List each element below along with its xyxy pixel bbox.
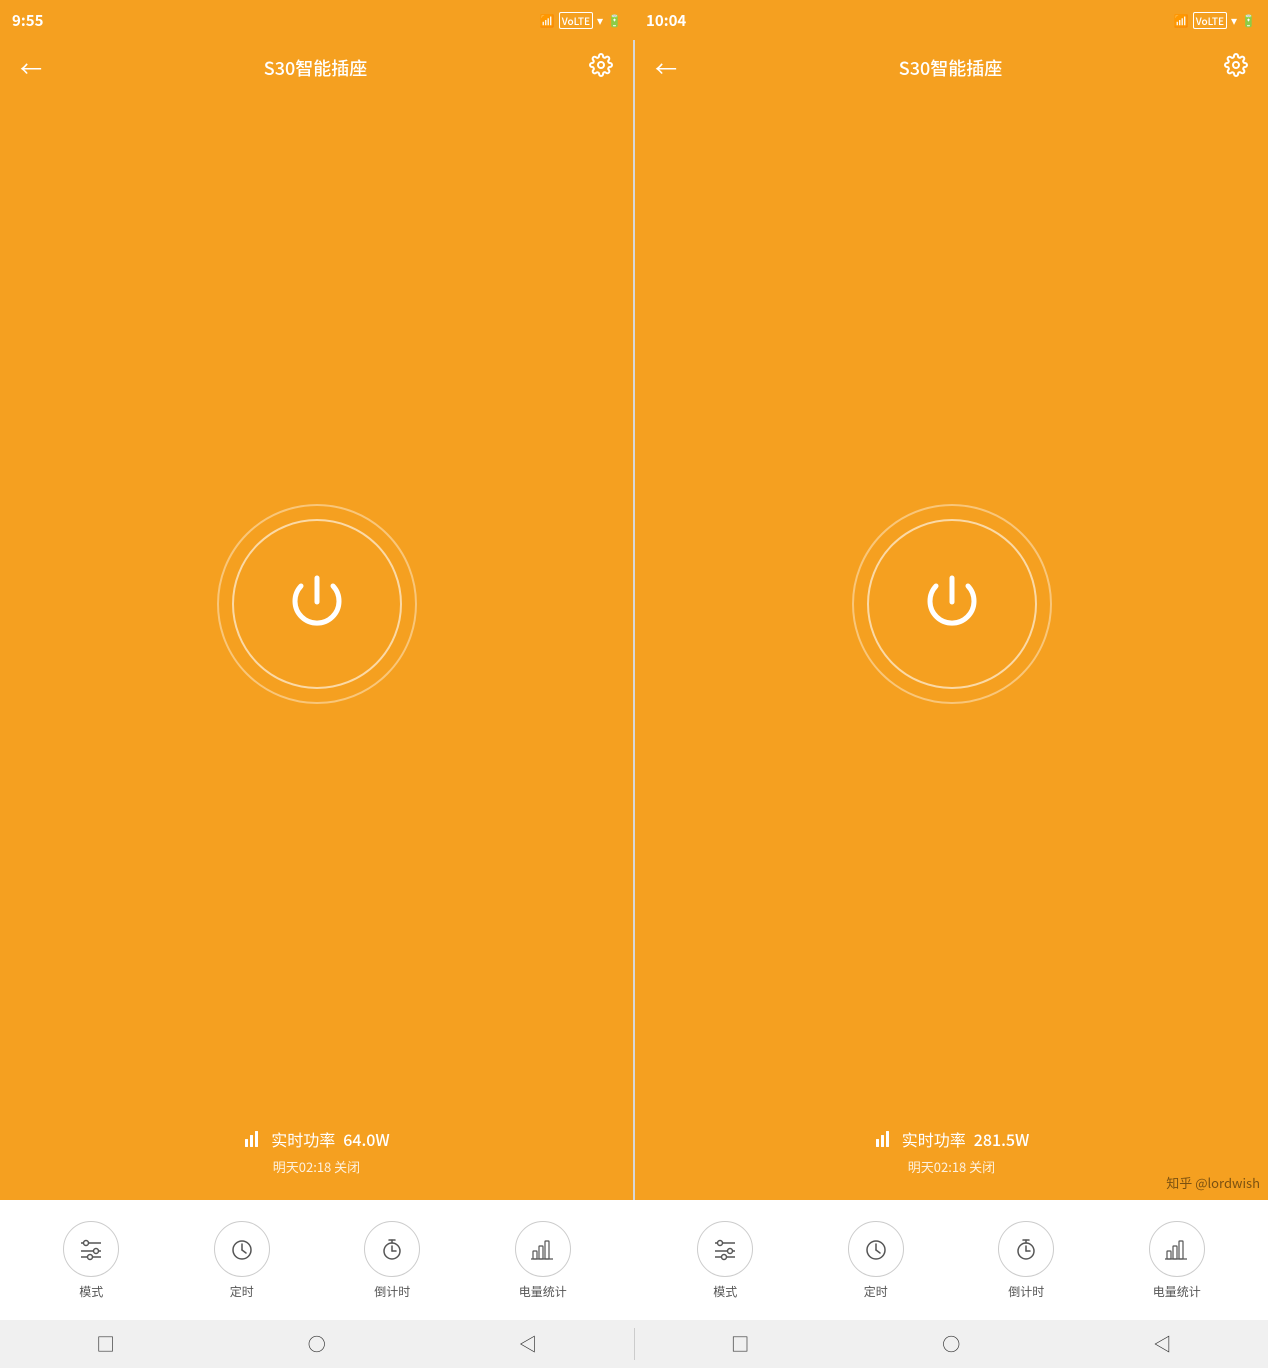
left-power-outer-ring — [217, 504, 417, 704]
right-countdown-button[interactable]: 倒计时 — [998, 1221, 1054, 1300]
stopwatch-icon-left — [378, 1235, 406, 1263]
right-power-value: 281.5W — [974, 1127, 1030, 1151]
left-power-reading: 实时功率 64.0W — [243, 1127, 389, 1151]
left-countdown-label: 倒计时 — [374, 1283, 410, 1300]
right-power-outer-ring — [852, 504, 1052, 704]
left-countdown-button[interactable]: 倒计时 — [364, 1221, 420, 1300]
main-panels: ← S30智能插座 — [0, 40, 1268, 1200]
left-power-button[interactable] — [232, 519, 402, 689]
right-header: ← S30智能插座 — [635, 40, 1268, 96]
left-mode-icon-circle — [63, 1221, 119, 1277]
left-energy-label: 电量统计 — [519, 1283, 567, 1300]
nav-left-square[interactable]: □ — [84, 1322, 128, 1366]
left-energy-icon-circle — [515, 1221, 571, 1277]
right-timer-button[interactable]: 定时 — [848, 1221, 904, 1300]
right-energy-button[interactable]: 电量统计 — [1149, 1221, 1205, 1300]
signal-icon-l: 📶 — [540, 12, 555, 29]
right-panel: ← S30智能插座 — [635, 40, 1268, 1200]
right-timer-label: 定时 — [864, 1283, 888, 1300]
clock-icon-right — [862, 1235, 890, 1263]
right-countdown-label: 倒计时 — [1008, 1283, 1044, 1300]
right-back-button[interactable]: ← — [655, 52, 677, 84]
nav-left-circle[interactable]: ○ — [295, 1322, 339, 1366]
right-mode-button[interactable]: 模式 — [697, 1221, 753, 1300]
nav-right: □ ○ ◁ — [635, 1322, 1268, 1366]
time-left: 9:55 — [12, 10, 43, 31]
left-panel: ← S30智能插座 — [0, 40, 633, 1200]
volte-badge-r: VoLTE — [1193, 12, 1227, 29]
right-timer-icon-circle — [848, 1221, 904, 1277]
bar-chart-icon-right — [874, 1129, 894, 1149]
left-toolbar: 模式 定时 倒计时 — [0, 1200, 634, 1320]
right-power-label: 实时功率 — [902, 1127, 966, 1151]
right-settings-button[interactable] — [1224, 52, 1248, 84]
battery-icon-l: 🔋 — [607, 12, 622, 29]
battery-icon-r: 🔋 — [1241, 12, 1256, 29]
gear-icon-right — [1224, 53, 1248, 77]
left-header: ← S30智能插座 — [0, 40, 633, 96]
right-countdown-icon-circle — [998, 1221, 1054, 1277]
right-power-reading: 实时功率 281.5W — [874, 1127, 1030, 1151]
volte-badge-l: VoLTE — [559, 12, 593, 29]
right-toolbar: 模式 定时 倒计时 — [634, 1200, 1268, 1320]
status-bar: 9:55 📶 VoLTE ▾ 🔋 10:04 📶 VoLTE ▾ 🔋 — [0, 0, 1268, 40]
left-energy-button[interactable]: 电量统计 — [515, 1221, 571, 1300]
right-mode-icon-circle — [697, 1221, 753, 1277]
power-icon-right — [912, 564, 992, 644]
wifi-icon-r: ▾ — [1231, 12, 1237, 29]
right-power-area — [635, 96, 1268, 1111]
left-timer-icon-circle — [214, 1221, 270, 1277]
right-mode-label: 模式 — [713, 1283, 737, 1300]
sliders-icon-right — [711, 1235, 739, 1263]
left-title: S30智能插座 — [264, 55, 367, 81]
left-power-value: 64.0W — [343, 1127, 389, 1151]
right-energy-icon-circle — [1149, 1221, 1205, 1277]
left-timer-button[interactable]: 定时 — [214, 1221, 270, 1300]
right-title: S30智能插座 — [899, 55, 1002, 81]
left-mode-label: 模式 — [79, 1283, 103, 1300]
sliders-icon-left — [77, 1235, 105, 1263]
left-back-button[interactable]: ← — [20, 52, 42, 84]
gear-icon-left — [589, 53, 613, 77]
power-icon-left — [277, 564, 357, 644]
nav-left-triangle[interactable]: ◁ — [506, 1322, 550, 1366]
nav-right-square[interactable]: □ — [718, 1322, 762, 1366]
nav-right-triangle[interactable]: ◁ — [1140, 1322, 1184, 1366]
nav-left: □ ○ ◁ — [0, 1322, 634, 1366]
watermark: 知乎 @lordwish — [1166, 1173, 1260, 1192]
left-countdown-icon-circle — [364, 1221, 420, 1277]
nav-bar: □ ○ ◁ □ ○ ◁ — [0, 1320, 1268, 1368]
status-bar-left: 9:55 📶 VoLTE ▾ 🔋 — [0, 0, 634, 40]
left-schedule: 明天02:18 关闭 — [273, 1157, 360, 1176]
right-energy-label: 电量统计 — [1153, 1283, 1201, 1300]
stopwatch-icon-right — [1012, 1235, 1040, 1263]
bar-chart-icon-right-toolbar — [1163, 1235, 1191, 1263]
status-icons-right: 📶 VoLTE ▾ 🔋 — [1174, 12, 1256, 29]
right-power-button[interactable] — [867, 519, 1037, 689]
nav-right-circle[interactable]: ○ — [929, 1322, 973, 1366]
bar-chart-icon-left — [243, 1129, 263, 1149]
left-settings-button[interactable] — [589, 52, 613, 84]
bar-chart-icon-left-toolbar — [529, 1235, 557, 1263]
wifi-icon-l: ▾ — [597, 12, 603, 29]
signal-icon-r: 📶 — [1174, 12, 1189, 29]
time-right: 10:04 — [646, 10, 686, 31]
right-schedule: 明天02:18 关闭 — [908, 1157, 995, 1176]
bottom-toolbar: 模式 定时 倒计时 — [0, 1200, 1268, 1320]
left-mode-button[interactable]: 模式 — [63, 1221, 119, 1300]
clock-icon-left — [228, 1235, 256, 1263]
left-power-area — [0, 96, 633, 1111]
left-timer-label: 定时 — [230, 1283, 254, 1300]
left-power-label: 实时功率 — [271, 1127, 335, 1151]
status-icons-left: 📶 VoLTE ▾ 🔋 — [540, 12, 622, 29]
status-bar-right: 10:04 📶 VoLTE ▾ 🔋 — [634, 0, 1268, 40]
left-stats: 实时功率 64.0W 明天02:18 关闭 — [0, 1111, 633, 1200]
